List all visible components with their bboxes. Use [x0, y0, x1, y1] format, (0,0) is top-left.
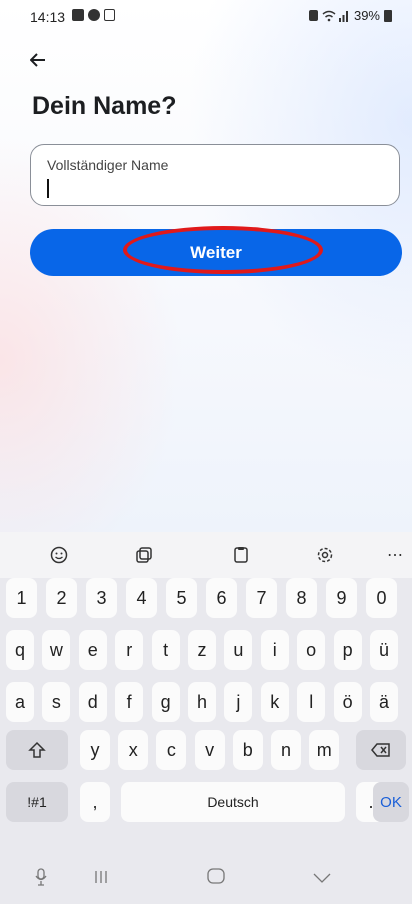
sim-icon [308, 10, 318, 21]
key-row-2-6[interactable]: j [224, 682, 253, 722]
key-row-numbers-9[interactable]: 0 [366, 578, 397, 618]
key-row-numbers-3[interactable]: 4 [126, 578, 157, 618]
key-row-3-5[interactable]: n [271, 730, 301, 770]
notification-icons [72, 9, 115, 21]
key-row-1-2[interactable]: e [78, 630, 107, 670]
status-bar: 14:13 39% [0, 0, 412, 32]
backspace-key[interactable] [356, 730, 406, 770]
key-row-numbers-4[interactable]: 5 [166, 578, 197, 618]
key-row-3-6[interactable]: m [309, 730, 340, 770]
key-row-3-2[interactable]: c [156, 730, 187, 770]
key-row-numbers-1[interactable]: 2 [46, 578, 77, 618]
settings-icon[interactable] [312, 542, 338, 568]
microphone-icon[interactable] [34, 868, 48, 891]
key-row-2-7[interactable]: k [260, 682, 289, 722]
key-row-2-0[interactable]: a [6, 682, 34, 722]
wifi-signal-icon [322, 10, 348, 22]
key-row-1-7[interactable]: i [260, 630, 289, 670]
key-row-1-1[interactable]: w [42, 630, 71, 670]
key-row-numbers-5[interactable]: 6 [206, 578, 237, 618]
symbols-key[interactable]: !#1 [6, 782, 68, 822]
home-icon[interactable] [207, 868, 225, 889]
key-row-2-5[interactable]: h [188, 682, 216, 722]
key-row-1-8[interactable]: o [297, 630, 326, 670]
gallery-notification-icon [72, 9, 84, 21]
ok-key[interactable]: OK [373, 782, 409, 822]
key-row-2-8[interactable]: l [297, 682, 326, 722]
emoji-icon[interactable] [46, 542, 72, 568]
full-name-label: Vollständiger Name [47, 157, 169, 173]
status-time: 14:13 [30, 9, 66, 25]
key-row-1-4[interactable]: t [151, 630, 180, 670]
key-row-1-10[interactable]: ü [370, 630, 398, 670]
key-row-1-6[interactable]: u [224, 630, 253, 670]
key-row-2-3[interactable]: f [115, 682, 144, 722]
full-name-field[interactable]: Vollständiger Name [30, 144, 400, 206]
key-row-1-0[interactable]: q [6, 630, 34, 670]
more-icon[interactable]: ⋯ [382, 542, 408, 568]
navigation-bar [0, 856, 412, 904]
key-row-1-3[interactable]: r [115, 630, 144, 670]
recent-apps-icon[interactable] [94, 868, 108, 889]
message-notification-icon [88, 9, 100, 21]
key-row-numbers-7[interactable]: 8 [286, 578, 317, 618]
key-row-2-9[interactable]: ö [333, 682, 362, 722]
back-arrow-icon[interactable] [29, 48, 46, 72]
key-row-2-10[interactable]: ä [370, 682, 398, 722]
key-row-3-1[interactable]: x [118, 730, 149, 770]
keyboard: 1234567890qwertzuiopüasdfghjklöäyxcvbnm … [0, 578, 412, 856]
key-row-numbers-2[interactable]: 3 [86, 578, 117, 618]
hide-keyboard-icon[interactable] [313, 868, 331, 889]
shift-key[interactable] [6, 730, 68, 770]
key-row-3-3[interactable]: v [194, 730, 225, 770]
next-button[interactable]: Weiter [30, 229, 402, 276]
system-icons: 39% [308, 8, 392, 23]
clipboard-icon[interactable] [228, 542, 254, 568]
key-row-1-9[interactable]: p [333, 630, 362, 670]
battery-icon [384, 9, 392, 22]
key-row-3-0[interactable]: y [80, 730, 110, 770]
battery-percent: 39% [353, 8, 380, 23]
key-row-3-4[interactable]: b [232, 730, 263, 770]
screenshot-notification-icon [104, 9, 115, 21]
space-key[interactable]: Deutsch [121, 782, 345, 822]
page-title: Dein Name? [32, 92, 177, 120]
key-row-numbers-6[interactable]: 7 [246, 578, 277, 618]
key-row-numbers-0[interactable]: 1 [6, 578, 37, 618]
key-row-2-4[interactable]: g [151, 682, 180, 722]
key-row-numbers-8[interactable]: 9 [326, 578, 357, 618]
key-row-2-2[interactable]: d [78, 682, 107, 722]
sticker-icon[interactable] [131, 542, 157, 568]
key-row-2-1[interactable]: s [42, 682, 71, 722]
text-caret [47, 179, 49, 198]
key-row-1-5[interactable]: z [188, 630, 216, 670]
keyboard-toolbar: ⋯ [0, 532, 412, 578]
comma-key[interactable]: , [80, 782, 110, 822]
